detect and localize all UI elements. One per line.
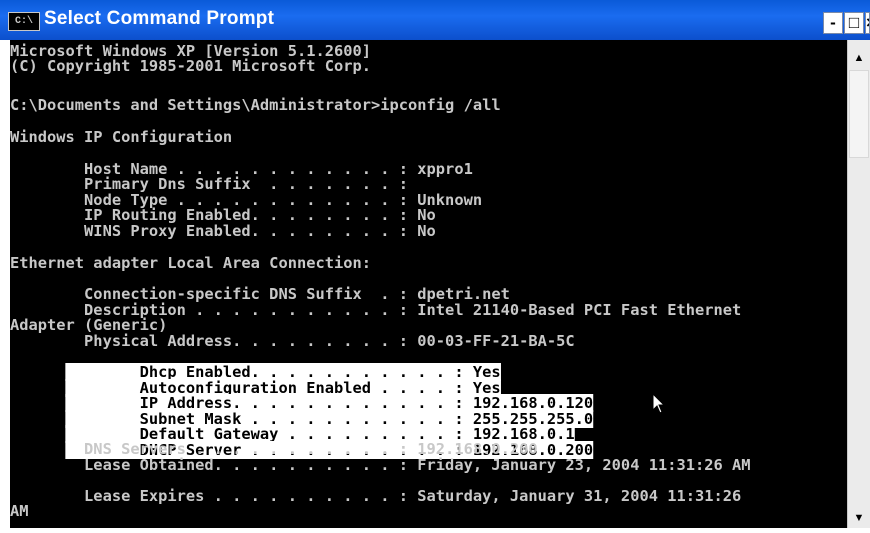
console-line-lease-expires-wrap: AM (10, 502, 29, 520)
console-line-dns-servers: DNS Servers . . . . . . . . . . . : 192.… (10, 440, 538, 458)
console-line-description-wrap: Adapter (Generic) (10, 316, 168, 334)
command-prompt-icon[interactable]: C:\ (8, 12, 40, 31)
window-bottom-border (0, 528, 870, 533)
console-line-ip-routing: IP Routing Enabled. . . . . . . . : No (10, 206, 436, 224)
scroll-up-arrow-icon[interactable]: ▲ (848, 48, 870, 68)
vertical-scrollbar[interactable]: ▲ ▼ (847, 40, 870, 528)
command-prompt-window: C:\ Select Command Prompt - □ × Microsof… (0, 0, 870, 533)
console-line-ip-config-heading: Windows IP Configuration (10, 128, 233, 146)
console-line-primary-dns-suffix: Primary Dns Suffix . . . . . . . : (10, 175, 409, 193)
console-line-copyright: (C) Copyright 1985-2001 Microsoft Corp. (10, 57, 372, 75)
minimize-button[interactable]: - (823, 12, 843, 34)
console-line-dns-suffix: Connection-specific DNS Suffix . : dpetr… (10, 285, 510, 303)
console-line-physical-address: Physical Address. . . . . . . . . : 00-0… (10, 332, 575, 350)
console-line-adapter-heading: Ethernet adapter Local Area Connection: (10, 254, 372, 272)
window-title: Select Command Prompt (44, 8, 275, 29)
scroll-down-arrow-icon[interactable]: ▼ (848, 508, 870, 528)
maximize-button[interactable]: □ (844, 12, 864, 34)
console-line-command: C:\Documents and Settings\Administrator>… (10, 96, 501, 114)
console-line-lease-expires: Lease Expires . . . . . . . . . . : Satu… (10, 487, 742, 505)
console-line-wins-proxy: WINS Proxy Enabled. . . . . . . . : No (10, 222, 436, 240)
close-button[interactable]: × (865, 12, 870, 34)
console-line-lease-obtained: Lease Obtained. . . . . . . . . . : Frid… (10, 456, 751, 474)
arrow-cursor-icon (652, 393, 666, 414)
scrollbar-thumb[interactable] (849, 70, 869, 158)
title-bar[interactable]: C:\ Select Command Prompt - □ × (0, 0, 870, 40)
console-output[interactable]: Microsoft Windows XP [Version 5.1.2600] … (10, 40, 847, 528)
